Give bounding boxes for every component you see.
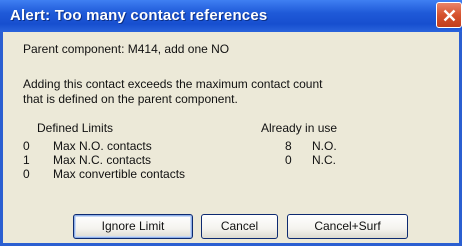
- in-use-label: N.O.: [312, 139, 337, 153]
- limit-value: 0: [23, 167, 30, 181]
- close-button[interactable]: [436, 2, 462, 28]
- alert-dialog: Alert: Too many contact references Paren…: [0, 0, 462, 246]
- ignore-limit-button[interactable]: Ignore Limit: [73, 214, 193, 239]
- parent-component-message: Parent component: M414, add one NO: [23, 42, 230, 56]
- warning-message-line1: Adding this contact exceeds the maximum …: [23, 77, 323, 91]
- limit-label: Max convertible contacts: [53, 167, 186, 181]
- close-icon: [443, 9, 456, 22]
- in-use-value: 0: [285, 153, 292, 167]
- already-in-use-header: Already in use: [261, 121, 338, 135]
- limit-value: 1: [23, 153, 30, 167]
- limit-label: Max N.C. contacts: [53, 153, 152, 167]
- limit-label: Max N.O. contacts: [53, 139, 152, 153]
- title-bar[interactable]: Alert: Too many contact references: [0, 0, 462, 32]
- dialog-title: Alert: Too many contact references: [10, 7, 268, 24]
- dialog-content: Parent component: M414, add one NO Addin…: [3, 32, 459, 243]
- cancel-button[interactable]: Cancel: [201, 214, 278, 239]
- defined-limits-header: Defined Limits: [37, 121, 114, 135]
- in-use-value: 8: [285, 139, 292, 153]
- warning-message-line2: that is defined on the parent component.: [23, 92, 238, 106]
- in-use-label: N.C.: [312, 153, 336, 167]
- cancel-surf-button[interactable]: Cancel+Surf: [287, 214, 408, 239]
- limit-value: 0: [23, 139, 30, 153]
